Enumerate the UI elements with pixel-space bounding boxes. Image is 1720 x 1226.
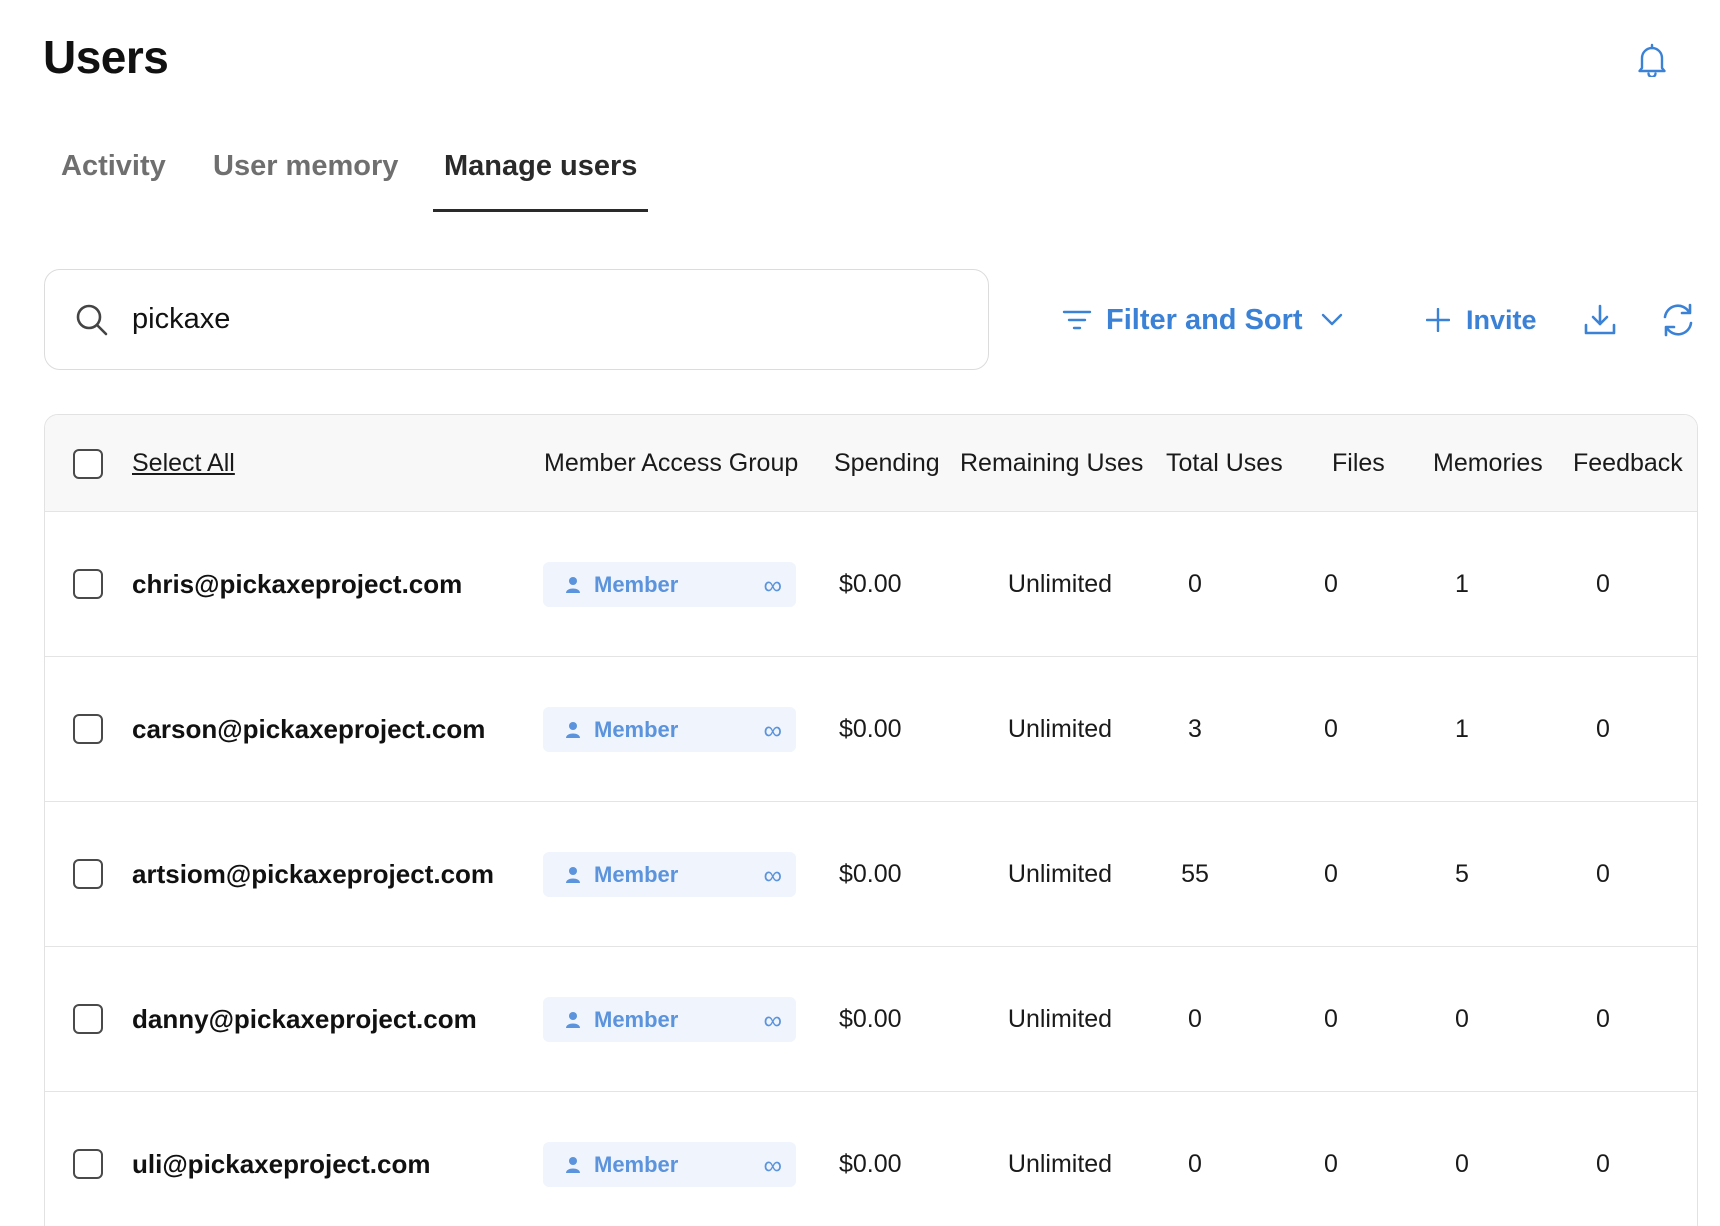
total-uses-value: 0 <box>1188 1150 1202 1178</box>
access-group-label: Member <box>594 1151 679 1177</box>
infinity-icon: ∞ <box>763 1149 782 1180</box>
table-row[interactable]: carson@pickaxeproject.com Member ∞ $0.00… <box>45 657 1697 802</box>
feedback-value: 0 <box>1596 715 1610 743</box>
files-value: 0 <box>1324 1005 1338 1033</box>
feedback-value: 0 <box>1596 860 1610 888</box>
access-group-badge[interactable]: Member ∞ <box>543 852 796 897</box>
files-value: 0 <box>1324 1150 1338 1178</box>
plus-icon <box>1426 308 1450 332</box>
remaining-uses-value: Unlimited <box>1007 1005 1113 1033</box>
search-box <box>44 269 989 370</box>
access-group-badge[interactable]: Member ∞ <box>543 707 796 752</box>
remaining-uses-value: Unlimited <box>1007 860 1113 888</box>
person-icon <box>564 720 582 740</box>
filter-and-sort-label: Filter and Sort <box>1106 303 1303 336</box>
files-value: 0 <box>1324 570 1338 598</box>
table-row[interactable]: chris@pickaxeproject.com Member ∞ $0.00 … <box>45 512 1697 657</box>
invite-label: Invite <box>1466 304 1537 335</box>
users-page: Users Activity User memory Manage users … <box>0 0 1720 1226</box>
column-files: Files <box>1332 449 1385 477</box>
spending-value: $0.00 <box>839 1005 902 1033</box>
infinity-icon: ∞ <box>763 859 782 890</box>
person-icon <box>564 1155 582 1175</box>
feedback-value: 0 <box>1596 1005 1610 1033</box>
column-spending: Spending <box>834 449 940 477</box>
infinity-icon: ∞ <box>763 1004 782 1035</box>
column-feedback: Feedback <box>1573 449 1683 477</box>
person-icon <box>564 865 582 885</box>
row-checkbox[interactable] <box>73 859 103 889</box>
access-group-badge[interactable]: Member ∞ <box>543 562 796 607</box>
user-email: danny@pickaxeproject.com <box>132 1004 477 1034</box>
feedback-value: 0 <box>1596 570 1610 598</box>
row-checkbox[interactable] <box>73 1149 103 1179</box>
remaining-uses-value: Unlimited <box>1007 715 1113 743</box>
select-all-link[interactable]: Select All <box>132 415 235 512</box>
memories-value: 5 <box>1455 860 1469 888</box>
filter-icon <box>1062 310 1092 330</box>
infinity-icon: ∞ <box>763 569 782 600</box>
tab-manage-users[interactable]: Manage users <box>432 150 649 212</box>
row-checkbox[interactable] <box>73 569 103 599</box>
total-uses-value: 3 <box>1188 715 1202 743</box>
total-uses-value: 0 <box>1188 1005 1202 1033</box>
refresh-button[interactable] <box>1656 298 1700 342</box>
bell-icon <box>1638 43 1666 77</box>
search-icon <box>74 302 110 338</box>
memories-value: 1 <box>1455 715 1469 743</box>
column-memories: Memories <box>1433 449 1543 477</box>
page-title: Users <box>43 31 169 83</box>
chevron-down-icon <box>1321 313 1342 326</box>
refresh-icon <box>1663 303 1693 337</box>
tab-user-memory[interactable]: User memory <box>213 150 398 212</box>
feedback-value: 0 <box>1596 1150 1610 1178</box>
spending-value: $0.00 <box>839 570 902 598</box>
total-uses-value: 0 <box>1188 570 1202 598</box>
files-value: 0 <box>1324 860 1338 888</box>
table-row[interactable]: uli@pickaxeproject.com Member ∞ $0.00 Un… <box>45 1092 1697 1226</box>
spending-value: $0.00 <box>839 1150 902 1178</box>
memories-value: 1 <box>1455 570 1469 598</box>
invite-button[interactable]: Invite <box>1426 298 1537 342</box>
filter-and-sort-button[interactable]: Filter and Sort <box>1062 298 1343 342</box>
access-group-label: Member <box>594 716 679 742</box>
access-group-badge[interactable]: Member ∞ <box>543 1142 796 1187</box>
download-button[interactable] <box>1578 298 1622 342</box>
access-group-badge[interactable]: Member ∞ <box>543 997 796 1042</box>
tab-activity[interactable]: Activity <box>61 150 166 212</box>
person-icon <box>564 575 582 595</box>
table-row[interactable]: artsiom@pickaxeproject.com Member ∞ $0.0… <box>45 802 1697 947</box>
access-group-label: Member <box>594 571 679 597</box>
users-table: Select All Member Access Group Spending … <box>44 414 1698 1226</box>
access-group-label: Member <box>594 861 679 887</box>
user-email: carson@pickaxeproject.com <box>132 714 486 744</box>
user-email: artsiom@pickaxeproject.com <box>132 859 495 889</box>
user-email: uli@pickaxeproject.com <box>132 1149 431 1179</box>
table-row[interactable]: danny@pickaxeproject.com Member ∞ $0.00 … <box>45 947 1697 1092</box>
column-member-access-group: Member Access Group <box>544 449 799 477</box>
files-value: 0 <box>1324 715 1338 743</box>
column-remaining-uses: Remaining Uses <box>960 449 1144 477</box>
select-all-checkbox[interactable] <box>73 449 103 479</box>
memories-value: 0 <box>1455 1005 1469 1033</box>
column-total-uses: Total Uses <box>1166 449 1283 477</box>
row-checkbox[interactable] <box>73 714 103 744</box>
search-input[interactable] <box>132 289 952 350</box>
remaining-uses-value: Unlimited <box>1007 570 1113 598</box>
access-group-label: Member <box>594 1006 679 1032</box>
total-uses-value: 55 <box>1181 860 1209 888</box>
remaining-uses-value: Unlimited <box>1007 1150 1113 1178</box>
person-icon <box>564 1010 582 1030</box>
spending-value: $0.00 <box>839 860 902 888</box>
row-checkbox[interactable] <box>73 1004 103 1034</box>
notifications-button[interactable] <box>1632 40 1672 80</box>
table-header: Select All Member Access Group Spending … <box>45 415 1697 512</box>
infinity-icon: ∞ <box>763 714 782 745</box>
user-email: chris@pickaxeproject.com <box>132 569 463 599</box>
spending-value: $0.00 <box>839 715 902 743</box>
download-icon <box>1584 304 1616 335</box>
memories-value: 0 <box>1455 1150 1469 1178</box>
